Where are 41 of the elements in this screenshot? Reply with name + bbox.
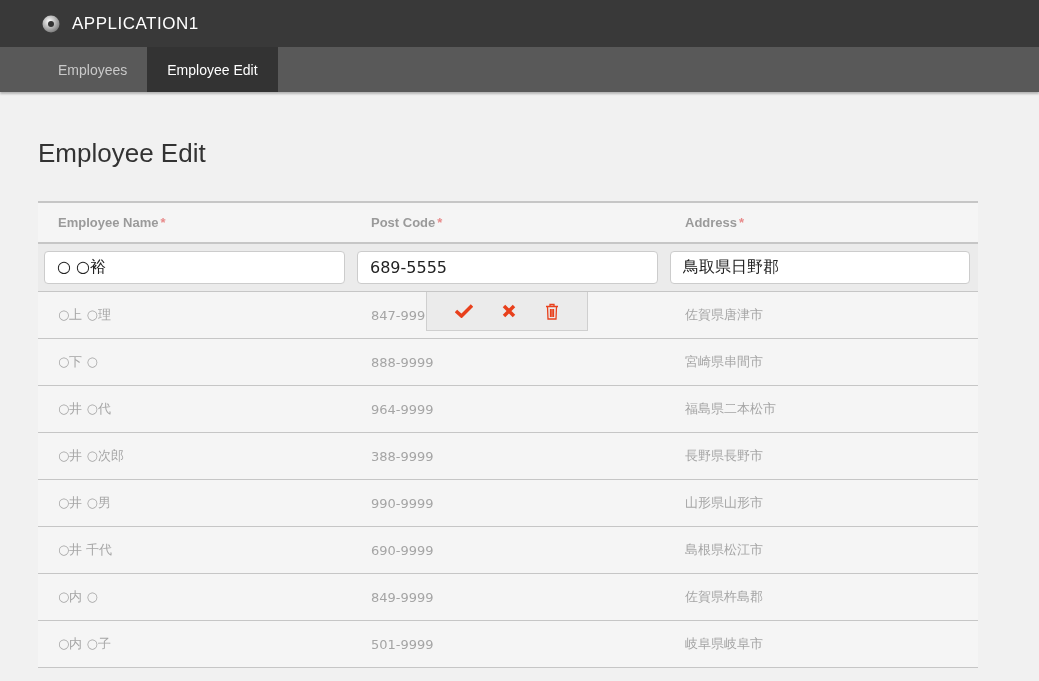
required-mark: * bbox=[739, 215, 745, 230]
table-cell: 388-9999 bbox=[371, 448, 434, 464]
table-cell: 佐賀県杵島郡 bbox=[685, 588, 763, 606]
table-cell: 島根県松江市 bbox=[685, 541, 763, 559]
table-cell: ○内 ○ bbox=[58, 588, 98, 606]
required-mark: * bbox=[160, 215, 166, 230]
table-cell: ○井 ○男 bbox=[58, 494, 111, 512]
table-cell: ○井 ○次郎 bbox=[58, 447, 124, 465]
disc-logo-icon bbox=[42, 14, 60, 33]
table-cell: 佐賀県唐津市 bbox=[685, 306, 763, 324]
table-cell: 長野県長野市 bbox=[685, 447, 763, 465]
table-cell: 岐阜県岐阜市 bbox=[685, 635, 763, 653]
table-cell: 847-999 bbox=[371, 307, 426, 323]
table-cell: ○井 千代 bbox=[58, 541, 113, 559]
column-header: Employee Name bbox=[58, 215, 159, 230]
address-input[interactable]: 鳥取県日野郡 bbox=[670, 251, 970, 284]
column-header: Address bbox=[685, 215, 738, 230]
table-cell: 690-9999 bbox=[371, 542, 434, 558]
page-title: Employee Edit bbox=[38, 138, 207, 169]
app-title: APPLICATION1 bbox=[72, 13, 199, 34]
table-cell: 501-9999 bbox=[371, 636, 434, 652]
table-cell: 888-9999 bbox=[371, 354, 434, 370]
check-icon[interactable] bbox=[455, 304, 474, 318]
table-cell: ○内 ○子 bbox=[58, 635, 111, 653]
table-cell: ○井 ○代 bbox=[58, 400, 111, 418]
table-cell: 宮崎県串間市 bbox=[685, 353, 763, 371]
nav-tab[interactable]: Employees bbox=[38, 47, 148, 92]
table-cell: 990-9999 bbox=[371, 495, 434, 511]
table-cell: 福島県二本松市 bbox=[685, 400, 776, 418]
close-icon[interactable] bbox=[502, 304, 516, 318]
table-cell: ○上 ○理 bbox=[58, 306, 111, 324]
column-header: Post Code bbox=[371, 215, 436, 230]
name-input[interactable]: ○ ○裕 bbox=[44, 251, 345, 284]
nav-tab[interactable]: Employee Edit bbox=[147, 47, 278, 92]
table-cell: 964-9999 bbox=[371, 401, 434, 417]
table-cell: ○下 ○ bbox=[58, 353, 98, 371]
post-code-input[interactable]: 689-5555 bbox=[357, 251, 658, 284]
required-mark: * bbox=[437, 215, 443, 230]
trash-icon[interactable] bbox=[544, 302, 559, 320]
table-cell: 849-9999 bbox=[371, 589, 434, 605]
table-cell: 山形県山形市 bbox=[685, 494, 763, 512]
